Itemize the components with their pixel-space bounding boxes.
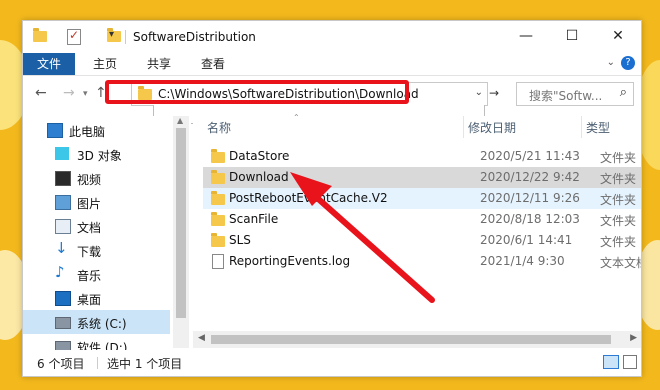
annotation-arrow [290, 172, 435, 303]
